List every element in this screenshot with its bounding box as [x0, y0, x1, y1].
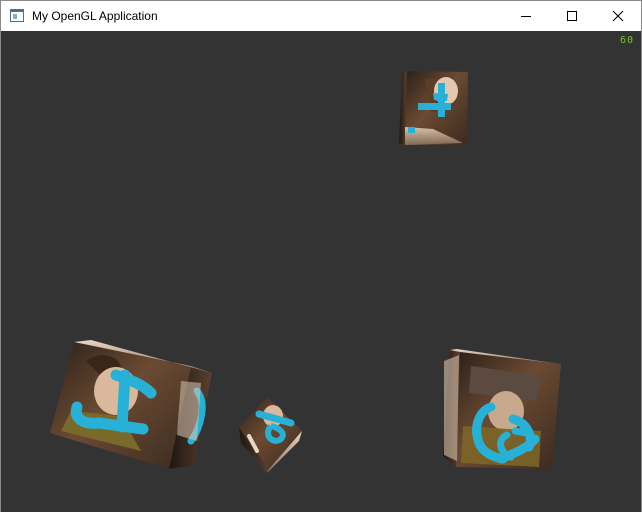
cube-scene: [50, 71, 561, 473]
textured-cube: [443, 349, 561, 469]
textured-cube: [239, 397, 302, 473]
textured-cube: [399, 71, 468, 145]
window-app-icon: [10, 9, 24, 22]
maximize-button[interactable]: [549, 1, 595, 31]
window-title: My OpenGL Application: [32, 9, 158, 23]
opengl-viewport[interactable]: 60: [1, 31, 641, 512]
minimize-button[interactable]: [503, 1, 549, 31]
title-bar[interactable]: My OpenGL Application: [1, 1, 641, 31]
application-window: My OpenGL Application 60: [0, 0, 642, 512]
close-icon: [612, 10, 624, 22]
maximize-icon: [567, 11, 577, 21]
minimize-icon: [521, 16, 531, 17]
textured-cube: [50, 340, 212, 469]
close-button[interactable]: [595, 1, 641, 31]
